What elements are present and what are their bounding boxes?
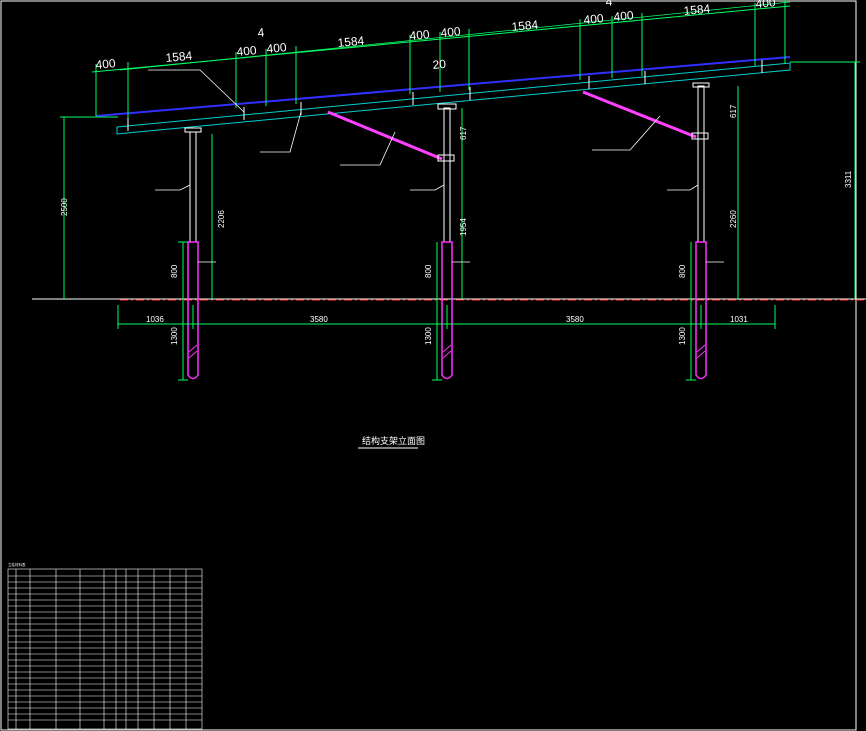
- dim-embed-lower: 1300: [170, 327, 179, 345]
- dim-col3-top: 617: [729, 104, 738, 118]
- dim-bottom-4: 1031: [730, 315, 748, 324]
- dim-right-height: 3311: [844, 170, 853, 188]
- dim-col3-embed-upper: 800: [678, 264, 687, 278]
- top-dim-labels: 400 1584 400 400 1584 400 400 1584 400 4…: [95, 0, 777, 72]
- dim-seg-8: 1584: [511, 17, 539, 34]
- dim-seg-7: 400: [440, 24, 462, 40]
- dim-seg-1: 400: [95, 56, 117, 72]
- dim-col2-embed-upper: 800: [424, 264, 433, 278]
- pile-hatch: [188, 344, 706, 359]
- dim-seg-11: 1584: [683, 1, 711, 18]
- dim-seg-4: 400: [266, 40, 288, 56]
- dim-col2-upper: 1954: [459, 218, 468, 236]
- dim-module-count-right: 4: [605, 0, 613, 9]
- dim-left-height: 2500: [60, 198, 69, 216]
- dim-col1-upper: 2206: [217, 210, 226, 228]
- dim-seg-6: 400: [409, 27, 431, 43]
- dim-col3-embed-lower: 1300: [678, 327, 687, 345]
- dim-col2-top: 617: [459, 126, 468, 140]
- brace-plates: [437, 132, 709, 162]
- dim-col3-upper: 2260: [729, 210, 738, 228]
- dim-module-count-left: 4: [257, 25, 265, 40]
- material-table: [7, 568, 203, 730]
- dim-col2-embed-lower: 1300: [424, 327, 433, 345]
- cad-drawing: 400 1584 400 400 1584 400 400 1584 400 4…: [0, 0, 866, 731]
- dim-seg-10: 400: [613, 8, 635, 24]
- left-dims: [60, 116, 188, 381]
- dim-seg-3: 400: [236, 43, 258, 59]
- purlin-beam: [116, 62, 791, 135]
- bottom-dims: [117, 305, 776, 329]
- drawing-border: [0, 0, 857, 731]
- dim-bottom-2: 3580: [310, 315, 328, 324]
- drawing-title: 结构支架立面图: [362, 435, 425, 446]
- column-dims: [211, 86, 739, 381]
- table-title: 立柱材料表: [8, 562, 26, 567]
- leader-lines: [148, 69, 724, 263]
- dim-total-count: 20: [432, 57, 447, 72]
- dim-seg-5: 1584: [337, 33, 365, 50]
- dim-seg-12: 400: [755, 0, 777, 11]
- dim-seg-2: 1584: [165, 48, 193, 65]
- dim-seg-9: 400: [583, 11, 605, 27]
- dim-bottom-1: 1036: [146, 315, 164, 324]
- dim-embed-upper: 800: [170, 264, 179, 278]
- dim-bottom-3: 3580: [566, 315, 584, 324]
